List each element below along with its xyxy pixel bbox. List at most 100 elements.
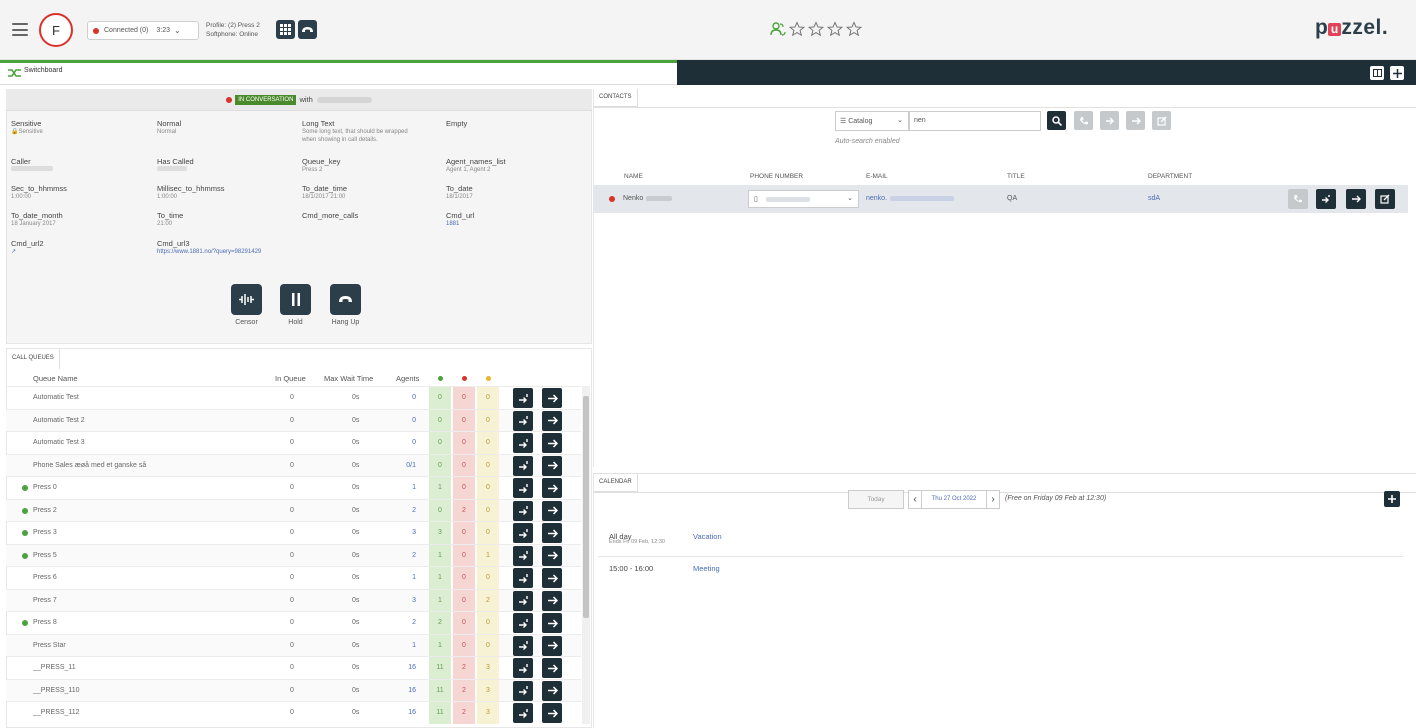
chevron-right-icon[interactable]: › bbox=[987, 494, 999, 505]
call-button-disabled[interactable] bbox=[1074, 111, 1093, 130]
queue-consult-button[interactable] bbox=[513, 680, 533, 701]
transfer-button-disabled[interactable] bbox=[1126, 111, 1145, 130]
queue-transfer-button[interactable] bbox=[542, 613, 562, 633]
hold-action[interactable]: Hold bbox=[280, 284, 311, 326]
queue-agents[interactable]: 2 bbox=[396, 552, 416, 559]
queue-consult-button[interactable] bbox=[513, 590, 533, 611]
contact-department[interactable]: sdA bbox=[1148, 195, 1160, 202]
cmd-url3-link[interactable]: https://www.1881.no/?query=98291429 bbox=[157, 248, 357, 256]
queue-agents[interactable]: 0 bbox=[396, 394, 416, 401]
queue-transfer-button[interactable] bbox=[542, 433, 562, 453]
queue-row[interactable]: Automatic Test 2 0 0s 0 0 0 0 bbox=[6, 408, 581, 432]
add-tab-button[interactable] bbox=[1390, 66, 1404, 80]
consult-button-disabled[interactable] bbox=[1100, 111, 1119, 130]
queue-consult-button[interactable] bbox=[513, 658, 533, 678]
queue-consult-button[interactable] bbox=[513, 703, 533, 723]
col-in-queue[interactable]: In Queue bbox=[275, 374, 306, 383]
queue-consult-button[interactable] bbox=[513, 455, 533, 476]
queue-agents[interactable]: 3 bbox=[396, 597, 416, 604]
queue-transfer-button[interactable] bbox=[542, 410, 562, 431]
queue-row[interactable]: Press 8 0 0s 2 2 0 0 bbox=[6, 611, 581, 634]
queue-transfer-button[interactable] bbox=[542, 388, 562, 408]
tab-call-queues[interactable]: CALL QUEUES bbox=[7, 349, 60, 369]
contact-row[interactable]: Nenko ▯ ⌄ nenko. QA sdA bbox=[593, 185, 1408, 213]
col-max-wait[interactable]: Max Wait Time bbox=[324, 374, 373, 383]
event-name[interactable]: Vacation bbox=[693, 532, 722, 541]
col-department[interactable]: DEPARTMENT bbox=[1148, 173, 1192, 180]
col-title[interactable]: TITLE bbox=[1007, 173, 1025, 180]
queue-consult-button[interactable] bbox=[513, 613, 533, 633]
queue-agents[interactable]: 0/1 bbox=[396, 462, 416, 469]
queue-agents[interactable]: 0 bbox=[396, 417, 416, 424]
col-email[interactable]: E-MAIL bbox=[866, 173, 888, 180]
menu-icon[interactable] bbox=[12, 23, 28, 36]
col-agents[interactable]: Agents bbox=[396, 374, 419, 383]
current-date[interactable]: Thu 27 Oct 2022 bbox=[921, 491, 987, 508]
queue-consult-button[interactable] bbox=[513, 545, 533, 566]
queue-agents[interactable]: 2 bbox=[396, 507, 416, 514]
cmd-url-link[interactable]: 1881 bbox=[446, 220, 586, 228]
queue-transfer-button[interactable] bbox=[542, 455, 562, 476]
tab-switchboard[interactable]: Switchboard bbox=[0, 63, 677, 85]
censor-button[interactable] bbox=[231, 284, 262, 315]
agent-icon[interactable] bbox=[770, 21, 786, 37]
queue-row[interactable]: Press 5 0 0s 2 1 0 1 bbox=[6, 543, 581, 567]
row-edit-button[interactable] bbox=[1375, 189, 1395, 209]
dialpad-button[interactable] bbox=[276, 20, 295, 39]
external-link-icon[interactable]: ↗ bbox=[11, 248, 151, 256]
layout-button[interactable] bbox=[1370, 66, 1384, 80]
star-icon[interactable] bbox=[789, 21, 805, 37]
censor-action[interactable]: Censor bbox=[231, 284, 262, 326]
queue-agents[interactable]: 1 bbox=[396, 642, 416, 649]
status-dropdown[interactable]: Connected (0) 3:23 ⌄ bbox=[87, 21, 199, 40]
phone-select[interactable]: ▯ ⌄ bbox=[748, 190, 859, 208]
scrollbar-thumb[interactable] bbox=[583, 396, 589, 618]
queue-row[interactable]: Press 2 0 0s 2 0 2 0 bbox=[6, 498, 581, 522]
tab-calendar[interactable]: CALENDAR bbox=[594, 474, 638, 492]
row-call-button[interactable] bbox=[1288, 189, 1308, 209]
queue-agents[interactable]: 16 bbox=[396, 664, 416, 671]
queue-row[interactable]: Phone Sales æøå med et ganske så 0 0s 0/1 0 0… bbox=[6, 453, 581, 477]
col-phone[interactable]: PHONE NUMBER bbox=[750, 173, 803, 180]
row-consult-button[interactable] bbox=[1316, 189, 1336, 209]
queue-transfer-button[interactable] bbox=[542, 568, 562, 588]
queue-consult-button[interactable] bbox=[513, 523, 533, 543]
queue-row[interactable]: Press 6 0 0s 1 1 0 0 bbox=[6, 566, 581, 589]
queue-agents[interactable]: 2 bbox=[396, 619, 416, 626]
queue-transfer-button[interactable] bbox=[542, 500, 562, 521]
row-transfer-button[interactable] bbox=[1346, 189, 1366, 209]
queue-agents[interactable]: 0 bbox=[396, 439, 416, 446]
chevron-left-icon[interactable]: ‹ bbox=[909, 494, 921, 505]
queue-row[interactable]: __PRESS_11 0 0s 16 11 2 3 bbox=[6, 656, 581, 679]
queue-agents[interactable]: 1 bbox=[396, 484, 416, 491]
queue-row[interactable]: Press 3 0 0s 3 3 0 0 bbox=[6, 521, 581, 544]
queue-consult-button[interactable] bbox=[513, 410, 533, 431]
queue-consult-button[interactable] bbox=[513, 635, 533, 656]
call-queues-scrollbar[interactable] bbox=[582, 386, 590, 724]
queue-row[interactable]: Automatic Test 0 0s 0 0 0 0 bbox=[6, 386, 581, 409]
queue-consult-button[interactable] bbox=[513, 388, 533, 408]
queue-consult-button[interactable] bbox=[513, 568, 533, 588]
hold-button[interactable] bbox=[280, 284, 311, 315]
contact-search-input[interactable]: nen bbox=[909, 111, 1041, 131]
queue-agents[interactable]: 3 bbox=[396, 529, 416, 536]
hangup-action[interactable]: Hang Up bbox=[330, 284, 361, 326]
add-event-button[interactable] bbox=[1384, 491, 1400, 507]
today-button[interactable]: Today bbox=[848, 490, 904, 509]
queue-transfer-button[interactable] bbox=[542, 680, 562, 701]
queue-transfer-button[interactable] bbox=[542, 703, 562, 723]
queue-transfer-button[interactable] bbox=[542, 478, 562, 498]
tab-contacts[interactable]: CONTACTS bbox=[594, 89, 638, 107]
queue-row[interactable]: Press Star 0 0s 1 1 0 0 bbox=[6, 633, 581, 657]
hangup-top-button[interactable] bbox=[298, 20, 317, 39]
queue-agents[interactable]: 1 bbox=[396, 574, 416, 581]
queue-agents[interactable]: 16 bbox=[396, 709, 416, 716]
calendar-event[interactable]: 15:00 - 16:00 Meeting bbox=[598, 560, 1403, 578]
queue-row[interactable]: Press 0 0 0s 1 1 0 0 bbox=[6, 476, 581, 499]
star-icon[interactable] bbox=[808, 21, 824, 37]
queue-row[interactable]: Press 7 0 0s 3 1 0 2 bbox=[6, 588, 581, 612]
star-icon[interactable] bbox=[846, 21, 862, 37]
queue-transfer-button[interactable] bbox=[542, 545, 562, 566]
queue-consult-button[interactable] bbox=[513, 433, 533, 453]
search-button[interactable] bbox=[1047, 111, 1066, 130]
